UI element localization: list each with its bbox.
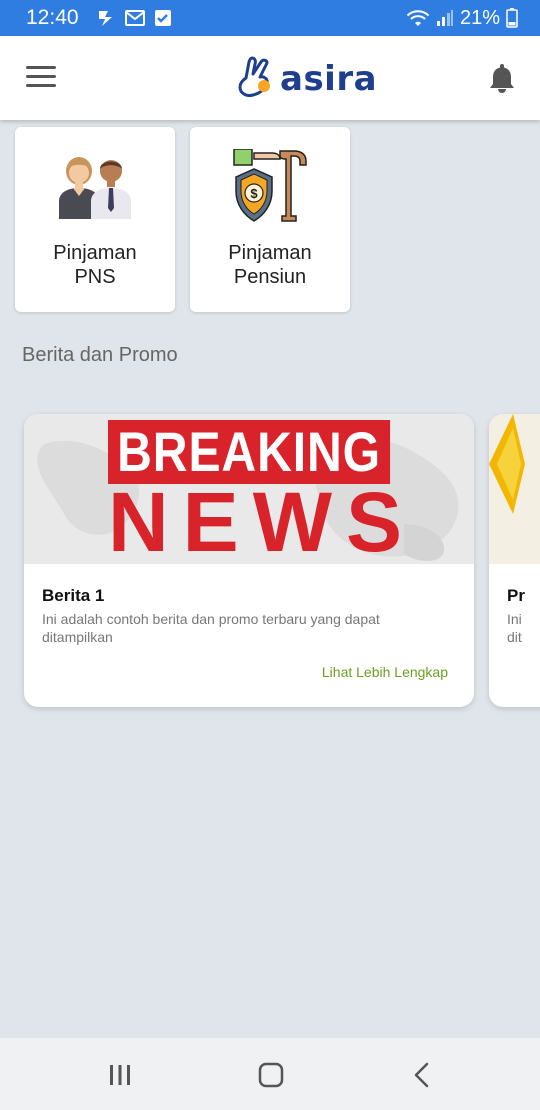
home-icon[interactable] (251, 1060, 291, 1090)
news-desc-line: Ini (507, 611, 522, 627)
product-label-line1: Pinjaman (228, 242, 312, 264)
news-description: Ini dit (507, 610, 540, 646)
logo-text: asira (280, 59, 378, 99)
news-title: Pr (507, 586, 525, 605)
signal-icon (436, 10, 453, 26)
product-label: Pinjaman PNS (15, 241, 175, 289)
civil-servants-icon (59, 157, 131, 219)
svg-text:$: $ (250, 186, 258, 201)
battery-icon (506, 8, 518, 28)
section-title: Berita dan Promo (22, 344, 178, 366)
back-icon[interactable] (403, 1060, 443, 1090)
app-header: asira (0, 36, 540, 120)
bolt-notification-icon (98, 11, 112, 26)
hamburger-menu-icon[interactable] (26, 66, 56, 88)
mail-icon (124, 10, 145, 26)
product-card-pinjaman-pensiun[interactable]: $ Pinjaman Pensiun (190, 127, 350, 312)
news-card[interactable]: BREAKING NEWS Berita 1 Ini adalah contoh… (24, 414, 474, 707)
product-label-line1: Pinjaman (53, 242, 137, 264)
bell-icon[interactable] (488, 62, 516, 94)
asira-logo: asira (234, 54, 377, 104)
news-description: Ini adalah contoh berita dan promo terba… (42, 611, 380, 645)
wifi-icon (406, 10, 430, 26)
news-card[interactable]: Pr Ini dit (489, 414, 540, 707)
asira-hand-logo-icon (238, 56, 270, 97)
status-time: 12:40 (26, 6, 79, 29)
news-image (489, 414, 540, 564)
status-bar: 12:40 21% (0, 0, 540, 36)
status-icons-right: 21% (406, 7, 518, 30)
checkbox-icon (154, 10, 171, 26)
product-label-line2: Pensiun (233, 266, 307, 288)
news-headline-image-text: NEWS (108, 475, 416, 564)
recent-apps-icon[interactable] (100, 1060, 140, 1090)
pension-cane-shield-icon: $ (233, 149, 307, 222)
see-more-link[interactable]: Lihat Lebih Lengkap (322, 664, 448, 680)
system-nav-bar (0, 1038, 540, 1110)
news-image: BREAKING NEWS (24, 414, 474, 564)
news-title: Berita 1 (42, 586, 105, 605)
product-card-pinjaman-pns[interactable]: Pinjaman PNS (15, 127, 175, 312)
product-label: Pinjaman Pensiun (190, 241, 350, 289)
product-label-line2: PNS (74, 266, 116, 288)
battery-percent: 21% (459, 6, 500, 29)
status-icons-left (97, 9, 173, 27)
news-desc-line: dit (507, 629, 522, 645)
promo-image-shape (489, 414, 525, 514)
